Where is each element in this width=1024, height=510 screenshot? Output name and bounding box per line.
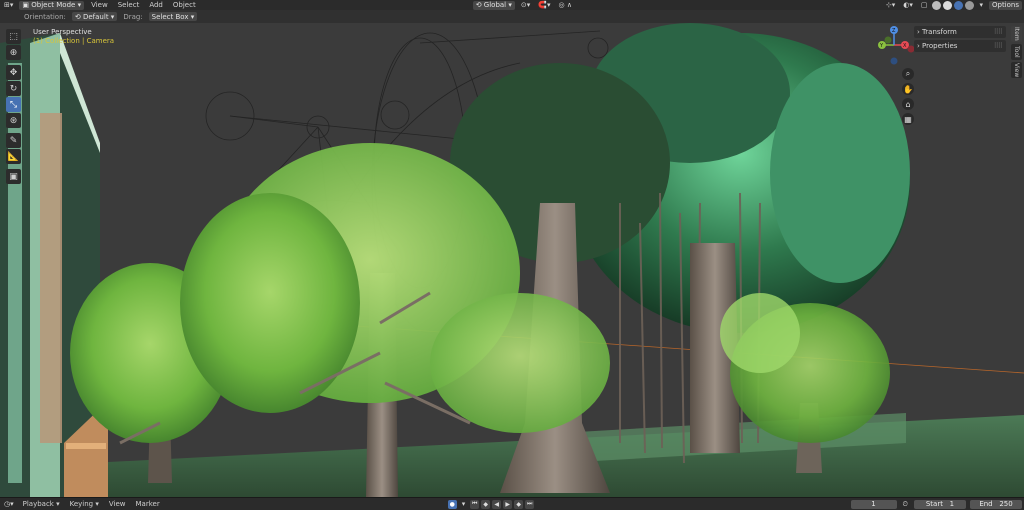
menu-playback[interactable]: Playback ▾ bbox=[18, 500, 65, 508]
zoom-icon[interactable]: ⌕ bbox=[902, 68, 914, 80]
gizmo-x-label: X bbox=[903, 43, 907, 49]
3d-viewport[interactable]: User Perspective (1) Collection | Camera… bbox=[0, 23, 1024, 497]
transform-orientation-label: Global bbox=[483, 1, 507, 9]
move-tool-icon[interactable]: ✥ bbox=[6, 65, 21, 80]
pivot-icon[interactable]: ⊙▾ bbox=[517, 0, 534, 10]
drag-dropdown[interactable]: Select Box ▾ bbox=[148, 12, 198, 21]
drag-grip-icon[interactable]: ⠿⠿ bbox=[994, 42, 1003, 50]
keying-set-icon[interactable]: ▾ bbox=[458, 498, 470, 510]
add-cube-tool-icon[interactable]: ▣ bbox=[6, 169, 21, 184]
proportional-edit-icon[interactable]: ◎ ∧ bbox=[555, 0, 576, 10]
shading-wireframe-icon[interactable] bbox=[932, 0, 942, 10]
select-tool-icon[interactable]: ⬚ bbox=[6, 29, 21, 44]
perspective-toggle-icon[interactable]: ▦ bbox=[902, 113, 914, 125]
tab-item[interactable]: Item bbox=[1011, 26, 1022, 42]
measure-tool-icon[interactable]: 📐 bbox=[6, 149, 21, 164]
tool-header-bar: Orientation: ⟲ Default ▾ Drag: Select Bo… bbox=[0, 10, 1024, 23]
transform-panel-label: Transform bbox=[922, 28, 957, 36]
scene-render bbox=[0, 23, 1024, 497]
tab-tool[interactable]: Tool bbox=[1011, 44, 1022, 60]
current-frame-field[interactable]: 1 bbox=[850, 499, 897, 509]
menu-select[interactable]: Select bbox=[113, 1, 145, 9]
menu-view[interactable]: View bbox=[86, 1, 113, 9]
timeline-editor-type-icon[interactable]: ◷▾ bbox=[0, 498, 18, 510]
transform-tool-icon[interactable]: ⊛ bbox=[6, 113, 21, 128]
timeline-bar: ◷▾ Playback ▾ Keying ▾ View Marker ● ▾ ⏮… bbox=[0, 497, 1024, 510]
shading-material-icon[interactable] bbox=[954, 0, 964, 10]
drag-grip-icon[interactable]: ⠿⠿ bbox=[994, 28, 1003, 36]
play-reverse-icon[interactable]: ◀ bbox=[492, 499, 502, 509]
sidebar-panel: › Transform ⠿⠿ › Properties ⠿⠿ bbox=[914, 26, 1006, 54]
tab-view[interactable]: View bbox=[1011, 62, 1022, 78]
mode-label: Object Mode bbox=[31, 1, 76, 9]
transform-orientation-dropdown[interactable]: ⟲ Global ▾ bbox=[472, 0, 515, 10]
scale-tool-icon[interactable]: ⤡ bbox=[6, 97, 21, 112]
navigation-gizmo[interactable]: Z Y X bbox=[874, 23, 916, 67]
menu-marker[interactable]: Marker bbox=[131, 500, 165, 508]
drag-value: Select Box bbox=[151, 12, 189, 21]
options-dropdown[interactable]: Options bbox=[988, 0, 1022, 10]
end-value: 250 bbox=[999, 500, 1013, 508]
shading-rendered-icon[interactable] bbox=[965, 0, 975, 10]
collection-info: (1) Collection | Camera bbox=[33, 37, 115, 45]
shading-solid-icon[interactable] bbox=[943, 0, 953, 10]
start-frame-field[interactable]: Start 1 bbox=[914, 499, 966, 509]
playback-label: Playback bbox=[22, 500, 54, 508]
top-header-bar: ⊞▾ ▣ Object Mode ▾ View Select Add Objec… bbox=[0, 0, 1024, 10]
next-keyframe-icon[interactable]: ◆ bbox=[514, 499, 524, 509]
end-label: End bbox=[979, 500, 993, 508]
orientation-value: Default bbox=[82, 12, 109, 21]
properties-panel-label: Properties bbox=[922, 42, 958, 50]
orientation-dropdown[interactable]: ⟲ Default ▾ bbox=[71, 12, 118, 21]
annotate-tool-icon[interactable]: ✎ bbox=[6, 133, 21, 148]
orientation-label: Orientation: bbox=[24, 12, 66, 21]
preview-range-icon[interactable]: ⏲ bbox=[899, 498, 912, 510]
jump-end-icon[interactable]: ⏭ bbox=[525, 499, 535, 509]
menu-object[interactable]: Object bbox=[168, 1, 201, 9]
sidebar-tabs: Item Tool View bbox=[1011, 26, 1022, 78]
auto-key-icon[interactable]: ● bbox=[447, 499, 457, 509]
mode-dropdown[interactable]: ▣ Object Mode ▾ bbox=[19, 0, 85, 10]
end-frame-field[interactable]: End 250 bbox=[970, 499, 1022, 509]
tool-shelf: ⬚ ⊕ ✥ ↻ ⤡ ⊛ ✎ 📐 ▣ bbox=[6, 29, 21, 184]
camera-view-icon[interactable]: ⌂ bbox=[902, 98, 914, 110]
prev-keyframe-icon[interactable]: ◆ bbox=[481, 499, 491, 509]
gizmo-toggle-icon[interactable]: ⊹▾ bbox=[882, 0, 899, 10]
menu-add[interactable]: Add bbox=[144, 1, 168, 9]
pan-hand-icon[interactable]: ✋ bbox=[902, 83, 914, 95]
shading-options-icon[interactable]: ▾ bbox=[975, 0, 987, 10]
start-label: Start bbox=[925, 500, 943, 508]
properties-panel-header[interactable]: › Properties ⠿⠿ bbox=[914, 40, 1006, 52]
transform-panel-header[interactable]: › Transform ⠿⠿ bbox=[914, 26, 1006, 38]
drag-label: Drag: bbox=[123, 12, 143, 21]
overlay-toggle-icon[interactable]: ◐▾ bbox=[899, 0, 917, 10]
cursor-tool-icon[interactable]: ⊕ bbox=[6, 45, 21, 60]
rotate-tool-icon[interactable]: ↻ bbox=[6, 81, 21, 96]
start-value: 1 bbox=[949, 500, 955, 508]
view-name: User Perspective bbox=[33, 28, 92, 36]
play-icon[interactable]: ▶ bbox=[503, 499, 513, 509]
menu-keying[interactable]: Keying ▾ bbox=[65, 500, 104, 508]
gizmo-z-label: Z bbox=[892, 28, 896, 34]
menu-timeline-view[interactable]: View bbox=[104, 500, 131, 508]
editor-type-icon[interactable]: ⊞▾ bbox=[0, 0, 17, 10]
keying-label: Keying bbox=[69, 500, 94, 508]
xray-toggle-icon[interactable]: ▢ bbox=[917, 0, 932, 10]
jump-start-icon[interactable]: ⏮ bbox=[470, 499, 480, 509]
snap-icon[interactable]: 🧲▾ bbox=[534, 0, 554, 10]
